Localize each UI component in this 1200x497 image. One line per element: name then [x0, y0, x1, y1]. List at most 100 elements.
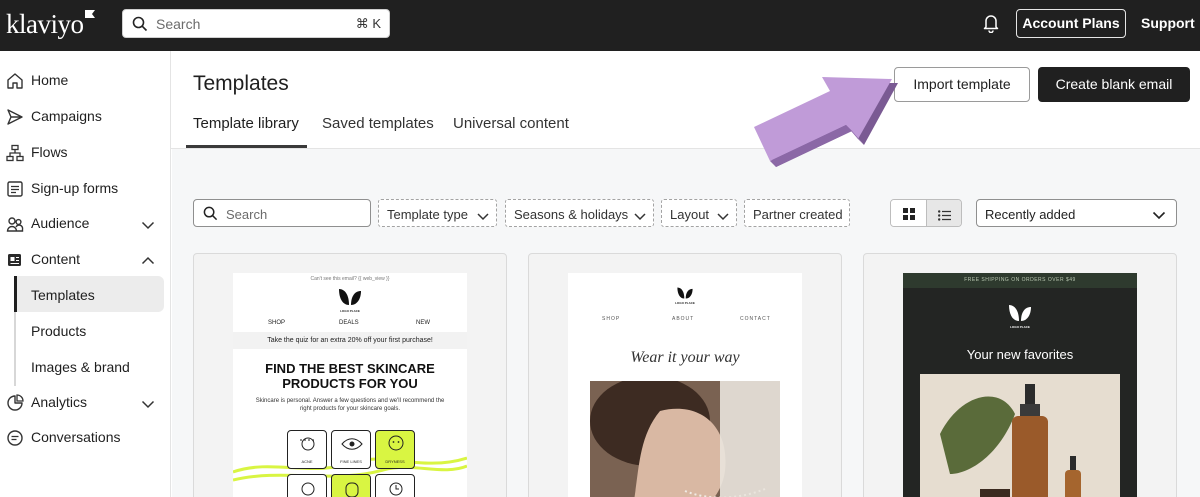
sidebar-item-label: Sign-up forms — [31, 180, 119, 196]
form-icon — [6, 180, 24, 198]
sidebar: Home Campaigns Flows Sign-up forms Audie… — [0, 51, 171, 497]
search-icon — [203, 206, 218, 226]
sidebar-subitem-templates[interactable]: Templates — [16, 276, 164, 312]
annotation-arrow-icon — [754, 77, 898, 167]
quiz-option-fine-lines: FINE LINES — [331, 430, 371, 469]
template-preview: Can't see this email? {{ web_view }} LOG… — [233, 273, 467, 497]
logo-flag-icon — [85, 10, 95, 18]
dropdown-label: Template type — [387, 207, 468, 222]
chevron-down-icon — [477, 209, 489, 224]
promo-band: Take the quiz for an extra 20% off your … — [233, 332, 467, 349]
product-photo — [920, 374, 1120, 497]
template-card-skincare-quiz[interactable]: Can't see this email? {{ web_view }} LOG… — [193, 253, 507, 497]
sidebar-subitem-label: Images & brand — [31, 359, 130, 375]
email-headline: Wear it your way — [630, 349, 740, 366]
page-title: Templates — [193, 72, 289, 95]
face-icon — [345, 482, 359, 497]
content-icon — [6, 251, 24, 269]
quiz-option-label: ACNE — [301, 459, 313, 464]
sort-value: Recently added — [985, 207, 1076, 222]
model-photo-image — [590, 381, 780, 497]
sidebar-item-conversations[interactable]: Conversations — [0, 419, 171, 455]
clock-icon — [389, 482, 403, 496]
quiz-option-acne: ACNE — [287, 430, 327, 469]
acne-icon — [300, 437, 316, 451]
sidebar-item-flows[interactable]: Flows — [0, 134, 171, 170]
sidebar-item-campaigns[interactable]: Campaigns — [0, 98, 171, 134]
quiz-option — [287, 474, 327, 497]
dropdown-label: Partner created — [753, 207, 843, 222]
sidebar-item-content[interactable]: Content — [0, 241, 171, 277]
sidebar-item-home[interactable]: Home — [0, 62, 171, 98]
template-search-input[interactable]: Search — [193, 199, 371, 227]
template-card-wear-it-your-way[interactable]: LOGO PLACE SHOP ABOUT CONTACT Wear it yo… — [528, 253, 842, 497]
email-headline: Your new favorites — [966, 347, 1074, 362]
face-icon — [301, 482, 315, 496]
grid-view-button[interactable] — [891, 200, 927, 226]
email-nav-item: DEALS — [339, 320, 359, 326]
quiz-option-dryness: DRYNESS — [375, 430, 415, 469]
sidebar-item-label: Audience — [31, 215, 90, 231]
search-placeholder: Search — [156, 16, 201, 32]
search-shortcut: ⌘ K — [355, 16, 381, 31]
sidebar-item-label: Analytics — [31, 394, 88, 410]
chevron-up-icon — [141, 253, 155, 269]
dropdown-label: Layout — [670, 207, 710, 222]
sidebar-subitem-label: Templates — [31, 287, 95, 303]
bell-icon[interactable] — [982, 13, 1000, 38]
view-toggle — [890, 199, 962, 227]
import-template-button[interactable]: Import template — [894, 67, 1030, 102]
quiz-option — [331, 474, 371, 497]
sidebar-subitem-label: Products — [31, 323, 87, 339]
chat-icon — [6, 429, 24, 447]
template-type-dropdown[interactable]: Template type — [378, 199, 497, 227]
partner-created-filter[interactable]: Partner created — [744, 199, 850, 227]
quiz-option-label: FINE LINES — [340, 459, 362, 464]
fine-lines-icon — [341, 438, 363, 450]
home-icon — [6, 72, 24, 90]
klaviyo-logo[interactable]: klaviyo — [6, 9, 84, 40]
sidebar-item-signup-forms[interactable]: Sign-up forms — [0, 170, 171, 206]
search-icon — [132, 16, 148, 37]
sidebar-subitem-images-brand[interactable]: Images & brand — [16, 348, 164, 384]
email-nav-item: NEW — [416, 320, 430, 326]
sidebar-item-analytics[interactable]: Analytics — [0, 384, 171, 420]
sidebar-subitem-products[interactable]: Products — [16, 312, 164, 348]
sidebar-item-audience[interactable]: Audience — [0, 205, 171, 241]
list-view-button[interactable] — [927, 200, 961, 226]
seasons-holidays-dropdown[interactable]: Seasons & holidays — [505, 199, 654, 227]
chart-icon — [6, 394, 24, 412]
active-indicator — [14, 276, 17, 312]
create-blank-email-button[interactable]: Create blank email — [1038, 67, 1190, 102]
shipping-banner: FREE SHIPPING ON ORDERS OVER $49 — [903, 273, 1137, 288]
chevron-down-icon — [717, 209, 729, 224]
account-plans-button[interactable]: Account Plans — [1016, 9, 1126, 38]
layout-dropdown[interactable]: Layout — [661, 199, 737, 227]
dryness-icon — [388, 435, 404, 451]
logo-place: LOGO PLACE — [675, 301, 695, 305]
template-preview: LOGO PLACE SHOP ABOUT CONTACT Wear it yo… — [568, 273, 802, 497]
global-search-input[interactable]: Search ⌘ K — [122, 9, 390, 38]
quiz-option — [375, 474, 415, 497]
template-card-new-favorites[interactable]: FREE SHIPPING ON ORDERS OVER $49 LOGO PL… — [863, 253, 1177, 497]
sidebar-item-label: Conversations — [31, 429, 121, 445]
sidebar-item-label: Content — [31, 251, 81, 267]
grid-icon — [903, 207, 915, 225]
support-link[interactable]: Support — [1141, 15, 1195, 31]
email-headline: FIND THE BEST SKINCARE PRODUCTS FOR YOU — [265, 361, 435, 391]
chevron-down-icon — [634, 209, 646, 224]
top-bar: klaviyo Search ⌘ K Account Plans Support — [0, 0, 1200, 51]
tab-saved-templates[interactable]: Saved templates — [322, 115, 434, 132]
sidebar-item-label: Campaigns — [31, 108, 102, 124]
chevron-down-icon — [141, 217, 155, 233]
chevron-down-icon — [1152, 208, 1166, 223]
email-nav-item: SHOP — [268, 320, 286, 326]
logo-place: LOGO PLACE — [1010, 325, 1030, 329]
product-photo-image — [920, 374, 1120, 497]
sort-select[interactable]: Recently added — [976, 199, 1177, 227]
people-icon — [6, 215, 24, 233]
sidebar-item-label: Home — [31, 72, 69, 88]
tab-template-library[interactable]: Template library — [193, 115, 299, 132]
tab-universal-content[interactable]: Universal content — [453, 115, 569, 132]
web-view-note: Can't see this email? {{ web_view }} — [310, 276, 390, 282]
